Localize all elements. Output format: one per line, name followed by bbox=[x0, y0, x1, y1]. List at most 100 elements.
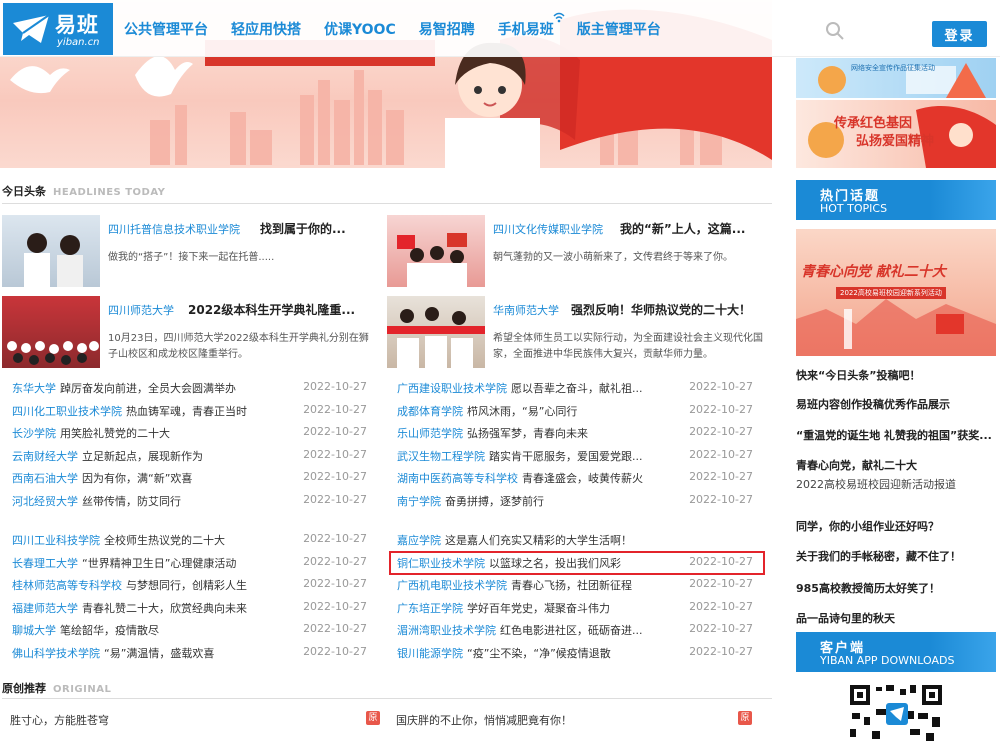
news-school[interactable]: 长春理工大学 bbox=[12, 557, 78, 570]
news-title[interactable]: 因为有你，满“新”欢喜 bbox=[82, 472, 192, 485]
news-title[interactable]: 踔厉奋发向前进，全员大会圆满举办 bbox=[60, 382, 236, 395]
news-row[interactable]: 长沙学院 用笑脸礼赞党的二十大 2022-10-27 bbox=[12, 425, 367, 447]
news-title[interactable]: 这是嘉人们充实又精彩的大学生活啊！ bbox=[445, 534, 632, 547]
news-row[interactable]: 湖南中医药高等专科学校 青春逢盛会，岐黄传薪火 2022-10-27 bbox=[397, 470, 753, 492]
news-title[interactable]: “世界精神卫生日”心理健康活动 bbox=[82, 557, 236, 570]
news-row[interactable]: 西南石油大学 因为有你，满“新”欢喜 2022-10-27 bbox=[12, 470, 367, 492]
featured-title[interactable]: 强烈反响！华师热议党的二十大！ bbox=[571, 301, 751, 318]
news-row[interactable]: 长春理工大学 “世界精神卫生日”心理健康活动 2022-10-27 bbox=[12, 555, 367, 577]
news-row[interactable]: 南宁学院 奋勇拼搏，逐梦前行 2022-10-27 bbox=[397, 493, 753, 515]
news-title[interactable]: 学好百年党史，凝聚奋斗伟力 bbox=[467, 602, 610, 615]
news-school[interactable]: 佛山科学技术学院 bbox=[12, 647, 100, 660]
news-title[interactable]: 青春礼赞二十大，欣赏经典向未来 bbox=[82, 602, 247, 615]
news-school[interactable]: 成都体育学院 bbox=[397, 405, 463, 418]
news-school[interactable]: 桂林师范高等专科学校 bbox=[12, 579, 122, 592]
news-row[interactable]: 银川能源学院 “疫”尘不染，“净”候疫情退散 2022-10-27 bbox=[397, 645, 753, 667]
hot-topic-item[interactable]: 青春心向党，献礼二十大 bbox=[796, 457, 996, 473]
news-row[interactable]: 聊城大学 笔绘韶华，疫情散尽 2022-10-27 bbox=[12, 622, 367, 644]
featured-title[interactable]: 2022级本科生开学典礼隆重... bbox=[188, 301, 355, 318]
news-row[interactable]: 湄洲湾职业技术学院 红色电影进社区，砥砺奋进... 2022-10-27 bbox=[397, 622, 753, 644]
news-school[interactable]: 西南石油大学 bbox=[12, 472, 78, 485]
news-title[interactable]: “疫”尘不染，“净”候疫情退散 bbox=[467, 647, 611, 660]
news-title[interactable]: 与梦想同行，创精彩人生 bbox=[126, 579, 247, 592]
news-school[interactable]: 东华大学 bbox=[12, 382, 56, 395]
news-school[interactable]: 嘉应学院 bbox=[397, 534, 441, 547]
news-title[interactable]: 立足新起点，展现新作为 bbox=[82, 450, 203, 463]
nav-mobile-yiban[interactable]: 手机易班 bbox=[498, 12, 565, 39]
hot-topic-item[interactable]: “重温党的诞生地 礼赞我的祖国”获奖... bbox=[796, 427, 996, 443]
hot-topic-banner[interactable]: 青春心向党 献礼二十大 2022高校易班校园迎新系列活动 bbox=[796, 229, 996, 356]
featured-title[interactable]: 我的“新”上人，这篇... bbox=[620, 220, 745, 237]
featured-title[interactable]: 找到属于你的... bbox=[260, 220, 346, 237]
news-school[interactable]: 云南财经大学 bbox=[12, 450, 78, 463]
news-row[interactable]: 广东培正学院 学好百年党史，凝聚奋斗伟力 2022-10-27 bbox=[397, 600, 753, 622]
hot-topic-item[interactable]: 985高校教授简历太好笑了！ bbox=[796, 580, 996, 596]
featured-item[interactable]: 四川托普信息技术职业学院 找到属于你的... 做我的“搭子”！接下来一起在托普.… bbox=[2, 215, 377, 287]
news-row[interactable]: 福建师范大学 青春礼赞二十大，欣赏经典向未来 2022-10-27 bbox=[12, 600, 367, 622]
hot-topic-item[interactable]: 易班内容创作投稿优秀作品展示 bbox=[796, 396, 996, 412]
hot-topic-item[interactable]: 同学，你的小组作业还好吗？ bbox=[796, 518, 996, 534]
news-school[interactable]: 广东培正学院 bbox=[397, 602, 463, 615]
news-row[interactable]: 广西机电职业技术学院 青春心飞扬，社团新征程 2022-10-27 bbox=[397, 577, 753, 599]
news-row[interactable]: 佛山科学技术学院 “易”满温情，盛载欢喜 2022-10-27 bbox=[12, 645, 367, 667]
news-school[interactable]: 湄洲湾职业技术学院 bbox=[397, 624, 496, 637]
news-title[interactable]: 踏实肯干愿服务，爱国爱党跟... bbox=[489, 450, 643, 463]
news-title[interactable]: 红色电影进社区，砥砺奋进... bbox=[500, 624, 643, 637]
ad-red-gene[interactable]: 传承红色基因 弘扬爱国精神 bbox=[796, 100, 996, 168]
news-row[interactable]: 云南财经大学 立足新起点，展现新作为 2022-10-27 bbox=[12, 448, 367, 470]
news-school[interactable]: 乐山师范学院 bbox=[397, 427, 463, 440]
featured-item[interactable]: 华南师范大学 强烈反响！华师热议党的二十大！ 希望全体师生员工以实际行动，为全面… bbox=[387, 296, 772, 368]
featured-item[interactable]: 四川文化传媒职业学院 我的“新”上人，这篇... 朝气蓬勃的又一波小萌新来了，文… bbox=[387, 215, 772, 287]
hot-topic-item[interactable]: 品一品诗句里的秋天 bbox=[796, 610, 996, 626]
featured-item[interactable]: 四川师范大学 2022级本科生开学典礼隆重... 10月23日，四川师范大学20… bbox=[2, 296, 377, 368]
nav-yooc[interactable]: 优课YOOC bbox=[324, 19, 396, 39]
nav-moderator-platform[interactable]: 版主管理平台 bbox=[577, 19, 661, 39]
yiban-logo[interactable]: 易班 yiban.cn bbox=[3, 3, 113, 55]
news-school[interactable]: 广西建设职业技术学院 bbox=[397, 382, 507, 395]
news-row[interactable]: 广西建设职业技术学院 愿以吾辈之奋斗，献礼祖... 2022-10-27 bbox=[397, 380, 753, 402]
news-title[interactable]: 栉风沐雨，“易”心同行 bbox=[467, 405, 577, 418]
news-row[interactable]: 河北经贸大学 丝带传情，防艾同行 2022-10-27 bbox=[12, 493, 367, 515]
news-school[interactable]: 武汉生物工程学院 bbox=[397, 450, 485, 463]
news-row[interactable]: 东华大学 踔厉奋发向前进，全员大会圆满举办 2022-10-27 bbox=[12, 380, 367, 402]
original-item[interactable]: 胜寸心，方能胜苍穹 原 bbox=[10, 711, 380, 728]
original-item[interactable]: 国庆胖的不止你，悄悄减肥竟有你！ 原 bbox=[396, 711, 752, 728]
search-icon[interactable] bbox=[825, 21, 845, 41]
nav-light-app[interactable]: 轻应用快搭 bbox=[231, 19, 301, 39]
hot-topic-item[interactable]: 快来“今日头条”投稿吧！ bbox=[796, 367, 996, 383]
news-school[interactable]: 广西机电职业技术学院 bbox=[397, 579, 507, 592]
ad-network-security[interactable]: 网络安全宣传作品征集活动 bbox=[796, 58, 996, 98]
news-title[interactable]: 弘扬强军梦，青春向未来 bbox=[467, 427, 588, 440]
news-title[interactable]: 笔绘韶华，疫情散尽 bbox=[60, 624, 159, 637]
news-title[interactable]: 全校师生热议党的二十大 bbox=[104, 534, 225, 547]
login-button[interactable]: 登录 bbox=[932, 21, 987, 47]
news-title[interactable]: 丝带传情，防艾同行 bbox=[82, 495, 181, 508]
news-title[interactable]: 奋勇拼搏，逐梦前行 bbox=[445, 495, 544, 508]
news-title[interactable]: 用笑脸礼赞党的二十大 bbox=[60, 427, 170, 440]
news-title[interactable]: 热血铸军魂，青春正当时 bbox=[126, 405, 247, 418]
news-school[interactable]: 河北经贸大学 bbox=[12, 495, 78, 508]
news-row[interactable]: 四川工业科技学院 全校师生热议党的二十大 2022-10-27 bbox=[12, 532, 367, 554]
hot-topic-subtitle[interactable]: 2022高校易班校园迎新活动报道 bbox=[796, 476, 996, 492]
news-school[interactable]: 长沙学院 bbox=[12, 427, 56, 440]
qr-code-icon[interactable] bbox=[848, 683, 944, 742]
nav-public-platform[interactable]: 公共管理平台 bbox=[124, 19, 208, 39]
news-title[interactable]: 愿以吾辈之奋斗，献礼祖... bbox=[511, 382, 643, 395]
hot-topic-item[interactable]: 关于我们的手帐秘密，藏不住了！ bbox=[796, 548, 996, 564]
news-school[interactable]: 福建师范大学 bbox=[12, 602, 78, 615]
news-title[interactable]: “易”满温情，盛载欢喜 bbox=[104, 647, 214, 660]
news-school[interactable]: 四川化工职业技术学院 bbox=[12, 405, 122, 418]
news-school[interactable]: 湖南中医药高等专科学校 bbox=[397, 472, 518, 485]
news-row[interactable]: 四川化工职业技术学院 热血铸军魂，青春正当时 2022-10-27 bbox=[12, 403, 367, 425]
news-school[interactable]: 聊城大学 bbox=[12, 624, 56, 637]
news-school[interactable]: 南宁学院 bbox=[397, 495, 441, 508]
news-row[interactable]: 乐山师范学院 弘扬强军梦，青春向未来 2022-10-27 bbox=[397, 425, 753, 447]
news-school[interactable]: 银川能源学院 bbox=[397, 647, 463, 660]
news-row[interactable]: 武汉生物工程学院 踏实肯干愿服务，爱国爱党跟... 2022-10-27 bbox=[397, 448, 753, 470]
news-row[interactable]: 成都体育学院 栉风沐雨，“易”心同行 2022-10-27 bbox=[397, 403, 753, 425]
news-title[interactable]: 青春心飞扬，社团新征程 bbox=[511, 579, 632, 592]
news-school[interactable]: 四川工业科技学院 bbox=[12, 534, 100, 547]
nav-recruit[interactable]: 易智招聘 bbox=[419, 19, 475, 39]
news-title[interactable]: 青春逢盛会，岐黄传薪火 bbox=[522, 472, 643, 485]
news-row[interactable]: 桂林师范高等专科学校 与梦想同行，创精彩人生 2022-10-27 bbox=[12, 577, 367, 599]
